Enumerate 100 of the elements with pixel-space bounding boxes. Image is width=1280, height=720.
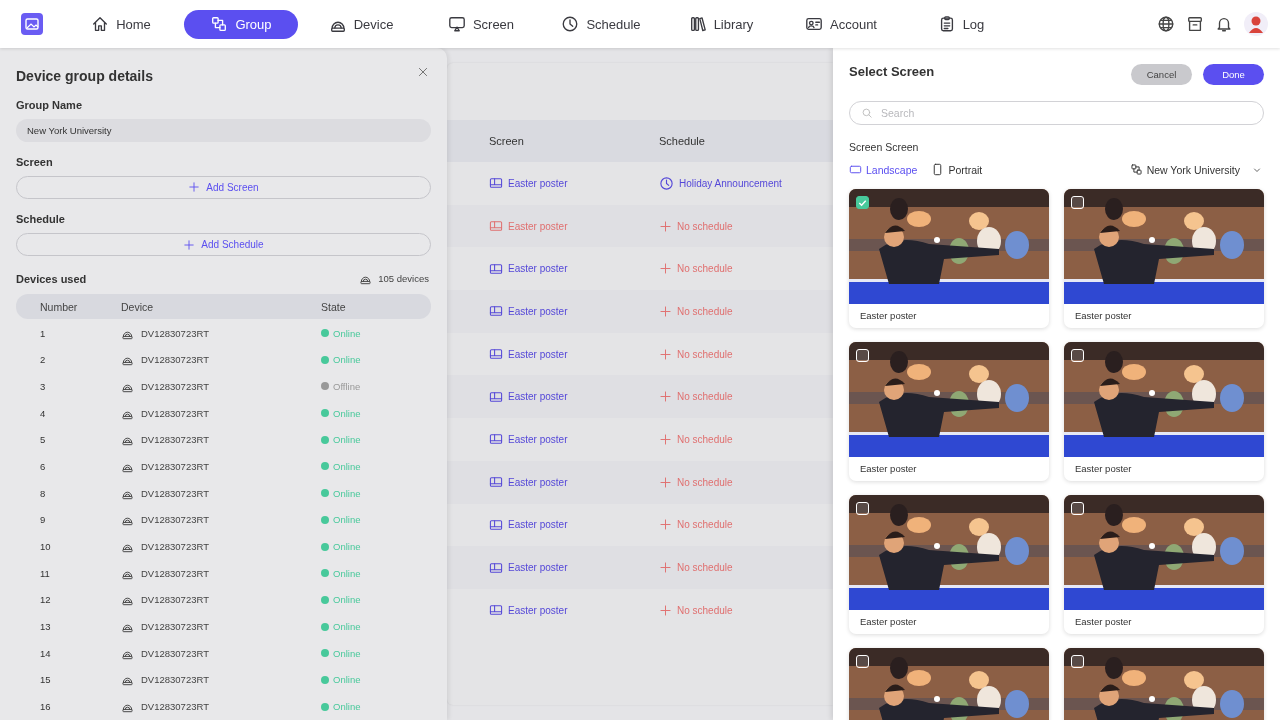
nav-item[interactable]: Library xyxy=(664,9,778,39)
screen-link[interactable]: Easter poster xyxy=(489,176,568,191)
search-field[interactable]: Search xyxy=(849,101,1264,125)
status-text: Online xyxy=(333,327,361,339)
plus-icon xyxy=(659,219,672,233)
screen-link[interactable]: Easter poster xyxy=(489,304,568,319)
screen-card[interactable]: Easter poster xyxy=(849,342,1049,481)
nav-item[interactable]: Home xyxy=(64,9,178,39)
column-header: Screen xyxy=(489,135,525,147)
device-id: DV12830723RT xyxy=(141,354,209,366)
screen-card[interactable]: Easter poster xyxy=(1064,342,1264,481)
nav-item[interactable]: Group xyxy=(184,9,298,39)
status-text: Online xyxy=(333,514,361,526)
device-id: DV12830723RT xyxy=(141,461,209,472)
group-icon xyxy=(210,15,229,33)
plus-icon xyxy=(659,390,672,404)
device-id: DV12830723RT xyxy=(141,380,209,392)
screen-card[interactable]: Easter poster xyxy=(849,495,1049,634)
id-card-icon xyxy=(805,15,823,33)
nav-item[interactable]: Account xyxy=(784,9,898,39)
number-cell-text: 6 xyxy=(40,461,47,472)
books-icon xyxy=(688,15,707,33)
screen-link[interactable]: Easter poster xyxy=(489,517,568,532)
device-id: DV12830723RT xyxy=(141,621,209,633)
number-cell-text: 11 xyxy=(40,567,51,579)
card-label: Easter poster xyxy=(859,309,918,323)
done-button[interactable]: Done xyxy=(1203,64,1264,85)
device-count: 105 devices xyxy=(378,273,429,285)
screen-link[interactable]: Easter poster xyxy=(489,261,568,276)
status-text: Online xyxy=(333,594,361,606)
status-text: Online xyxy=(333,354,361,366)
panel-title: Select Screen xyxy=(849,64,935,79)
device-id: DV12830723RT xyxy=(141,434,209,446)
device-id: DV12830723RT xyxy=(141,487,209,499)
plus-icon xyxy=(183,238,196,251)
orientation-tab[interactable]: Portrait xyxy=(931,163,983,176)
screen-link[interactable]: Easter poster xyxy=(489,603,568,618)
plus-icon xyxy=(659,561,672,575)
screen-link[interactable]: Easter poster xyxy=(489,389,568,404)
number-cell-text: 14 xyxy=(40,647,52,659)
device-id: DV12830723RT xyxy=(141,407,209,419)
screen-icon xyxy=(489,560,503,575)
number-cell-text: 1 xyxy=(40,327,47,339)
card-label: Easter poster xyxy=(1074,462,1133,476)
column-header: Number xyxy=(40,300,79,313)
screen-link[interactable]: Easter poster xyxy=(489,475,568,490)
screen-link[interactable]: Easter poster xyxy=(489,432,568,447)
bell-icon[interactable] xyxy=(1215,15,1233,33)
screen-card[interactable]: Easter poster xyxy=(1064,495,1264,634)
avatar-icon[interactable] xyxy=(1244,12,1268,36)
screen-icon xyxy=(489,219,503,234)
clock-icon xyxy=(659,175,674,191)
nav-item[interactable]: Device xyxy=(304,9,418,39)
nav-item[interactable]: Schedule xyxy=(544,9,658,39)
number-cell-text: 4 xyxy=(40,407,47,419)
screen-card[interactable]: Easter poster xyxy=(849,189,1049,328)
search-icon xyxy=(861,107,873,119)
group-name-field[interactable]: New York University xyxy=(16,119,431,142)
monitor-icon xyxy=(447,15,466,33)
device-id: DV12830723RT xyxy=(141,594,209,606)
nav-item[interactable]: Log xyxy=(904,9,1018,39)
field-label: Screen xyxy=(16,155,54,168)
status-text: Online xyxy=(333,461,361,472)
plus-icon xyxy=(659,603,672,617)
plus-icon xyxy=(659,262,672,276)
nav-item[interactable]: Screen xyxy=(424,9,538,39)
clock-icon xyxy=(561,15,580,33)
plus-icon xyxy=(659,518,672,532)
device-id: DV12830723RT xyxy=(141,514,209,526)
number-cell-text: 15 xyxy=(40,674,52,686)
device-id: DV12830723RT xyxy=(141,541,209,553)
plus-icon xyxy=(659,432,672,446)
status-text: Online xyxy=(333,647,361,659)
orientation-tab[interactable]: Landscape xyxy=(849,163,918,176)
screen-icon xyxy=(489,432,503,447)
number-cell-text: 16 xyxy=(40,701,52,713)
screen-link[interactable]: Easter poster xyxy=(489,560,568,575)
archive-box-icon[interactable] xyxy=(1186,15,1204,33)
plus-icon xyxy=(659,304,672,318)
checkbox[interactable] xyxy=(856,196,869,209)
plus-icon xyxy=(659,347,672,361)
screen-icon xyxy=(489,389,503,404)
plus-icon xyxy=(188,181,201,194)
cancel-button[interactable]: Cancel xyxy=(1131,64,1192,85)
device-id: DV12830723RT xyxy=(141,647,209,659)
schedule-link[interactable]: Holiday Announcement xyxy=(659,175,782,191)
column-header: Schedule xyxy=(659,135,706,147)
globe-icon[interactable] xyxy=(1157,15,1175,33)
status-text: Online xyxy=(333,621,361,633)
column-header: State xyxy=(321,300,347,313)
card-label: Easter poster xyxy=(859,462,918,476)
screen-card[interactable]: Easter poster xyxy=(1064,189,1264,328)
close-icon[interactable] xyxy=(417,65,429,78)
home-icon xyxy=(91,15,110,33)
field-label: Group Name xyxy=(16,99,83,112)
screen-link[interactable]: Easter poster xyxy=(489,347,568,362)
logo-icon[interactable] xyxy=(21,13,43,35)
landscape-icon xyxy=(849,163,862,176)
status-text: Online xyxy=(333,434,361,446)
group-dropdown[interactable]: New York University xyxy=(1129,163,1262,176)
